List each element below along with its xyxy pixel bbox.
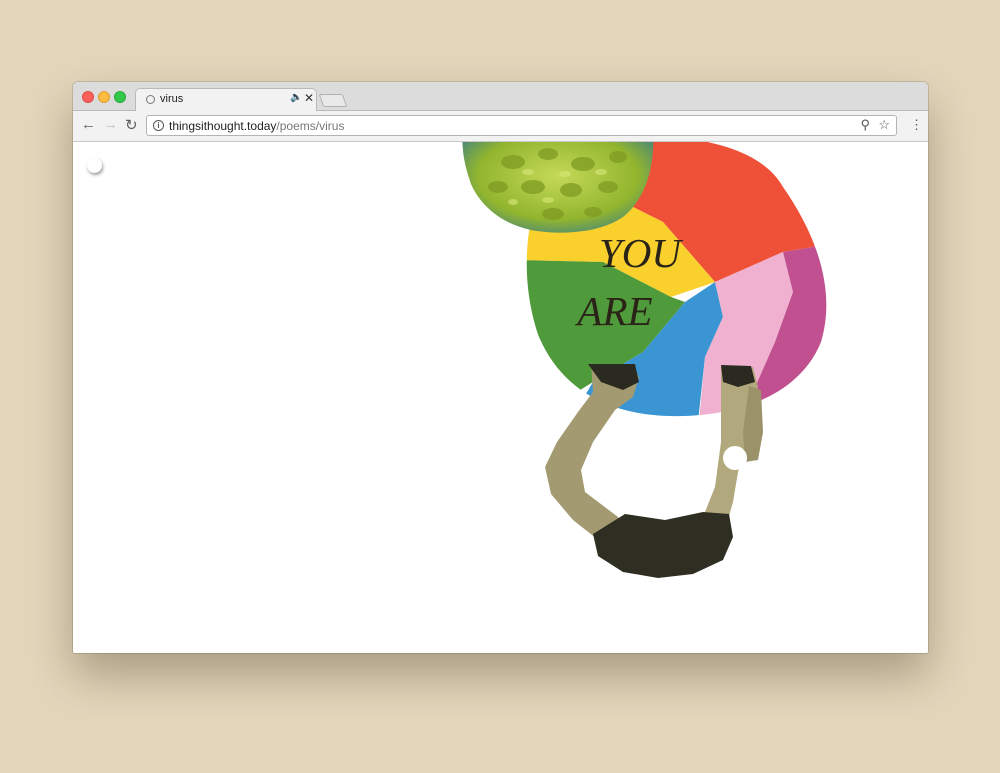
audio-icon[interactable]: 🔈 — [290, 92, 302, 103]
browser-toolbar: ← → ↻ i thingsithought.today/poems/virus… — [73, 111, 928, 142]
loading-icon — [146, 95, 155, 104]
figure-body — [593, 512, 733, 578]
zoom-icon[interactable]: ⚲ — [860, 117, 870, 133]
tab-title: virus — [160, 93, 184, 105]
window-minimize-button[interactable] — [98, 91, 110, 103]
tab-virus[interactable]: virus 🔈 ✕ — [135, 88, 317, 111]
page-content: YOU ARE — [73, 142, 928, 653]
window-maximize-button[interactable] — [114, 91, 126, 103]
tab-strip: virus 🔈 ✕ — [73, 82, 928, 111]
info-icon[interactable]: i — [153, 120, 164, 131]
url-text[interactable]: thingsithought.today/poems/virus — [169, 119, 344, 133]
poem-collage: YOU ARE — [462, 142, 827, 578]
address-bar[interactable]: i thingsithought.today/poems/virus ⚲ ☆ — [146, 115, 897, 136]
white-dot — [723, 446, 747, 470]
poem-line-1: YOU — [599, 230, 683, 276]
url-path: /poems/virus — [276, 119, 345, 133]
new-tab-button[interactable] — [318, 94, 348, 107]
star-icon[interactable]: ☆ — [878, 117, 890, 133]
url-host: thingsithought.today — [169, 119, 277, 133]
menu-icon[interactable]: ⋮ — [910, 117, 923, 133]
forward-arrow-icon[interactable]: → — [103, 116, 118, 133]
window-close-button[interactable] — [82, 91, 94, 103]
close-icon[interactable]: ✕ — [304, 91, 314, 105]
reload-icon[interactable]: ↻ — [125, 116, 138, 134]
back-arrow-icon[interactable]: ← — [81, 116, 96, 133]
poem-line-2: ARE — [574, 288, 652, 334]
toggle-button[interactable] — [87, 158, 102, 173]
browser-window: virus 🔈 ✕ ← → ↻ i thingsithought.today/p… — [73, 82, 928, 653]
